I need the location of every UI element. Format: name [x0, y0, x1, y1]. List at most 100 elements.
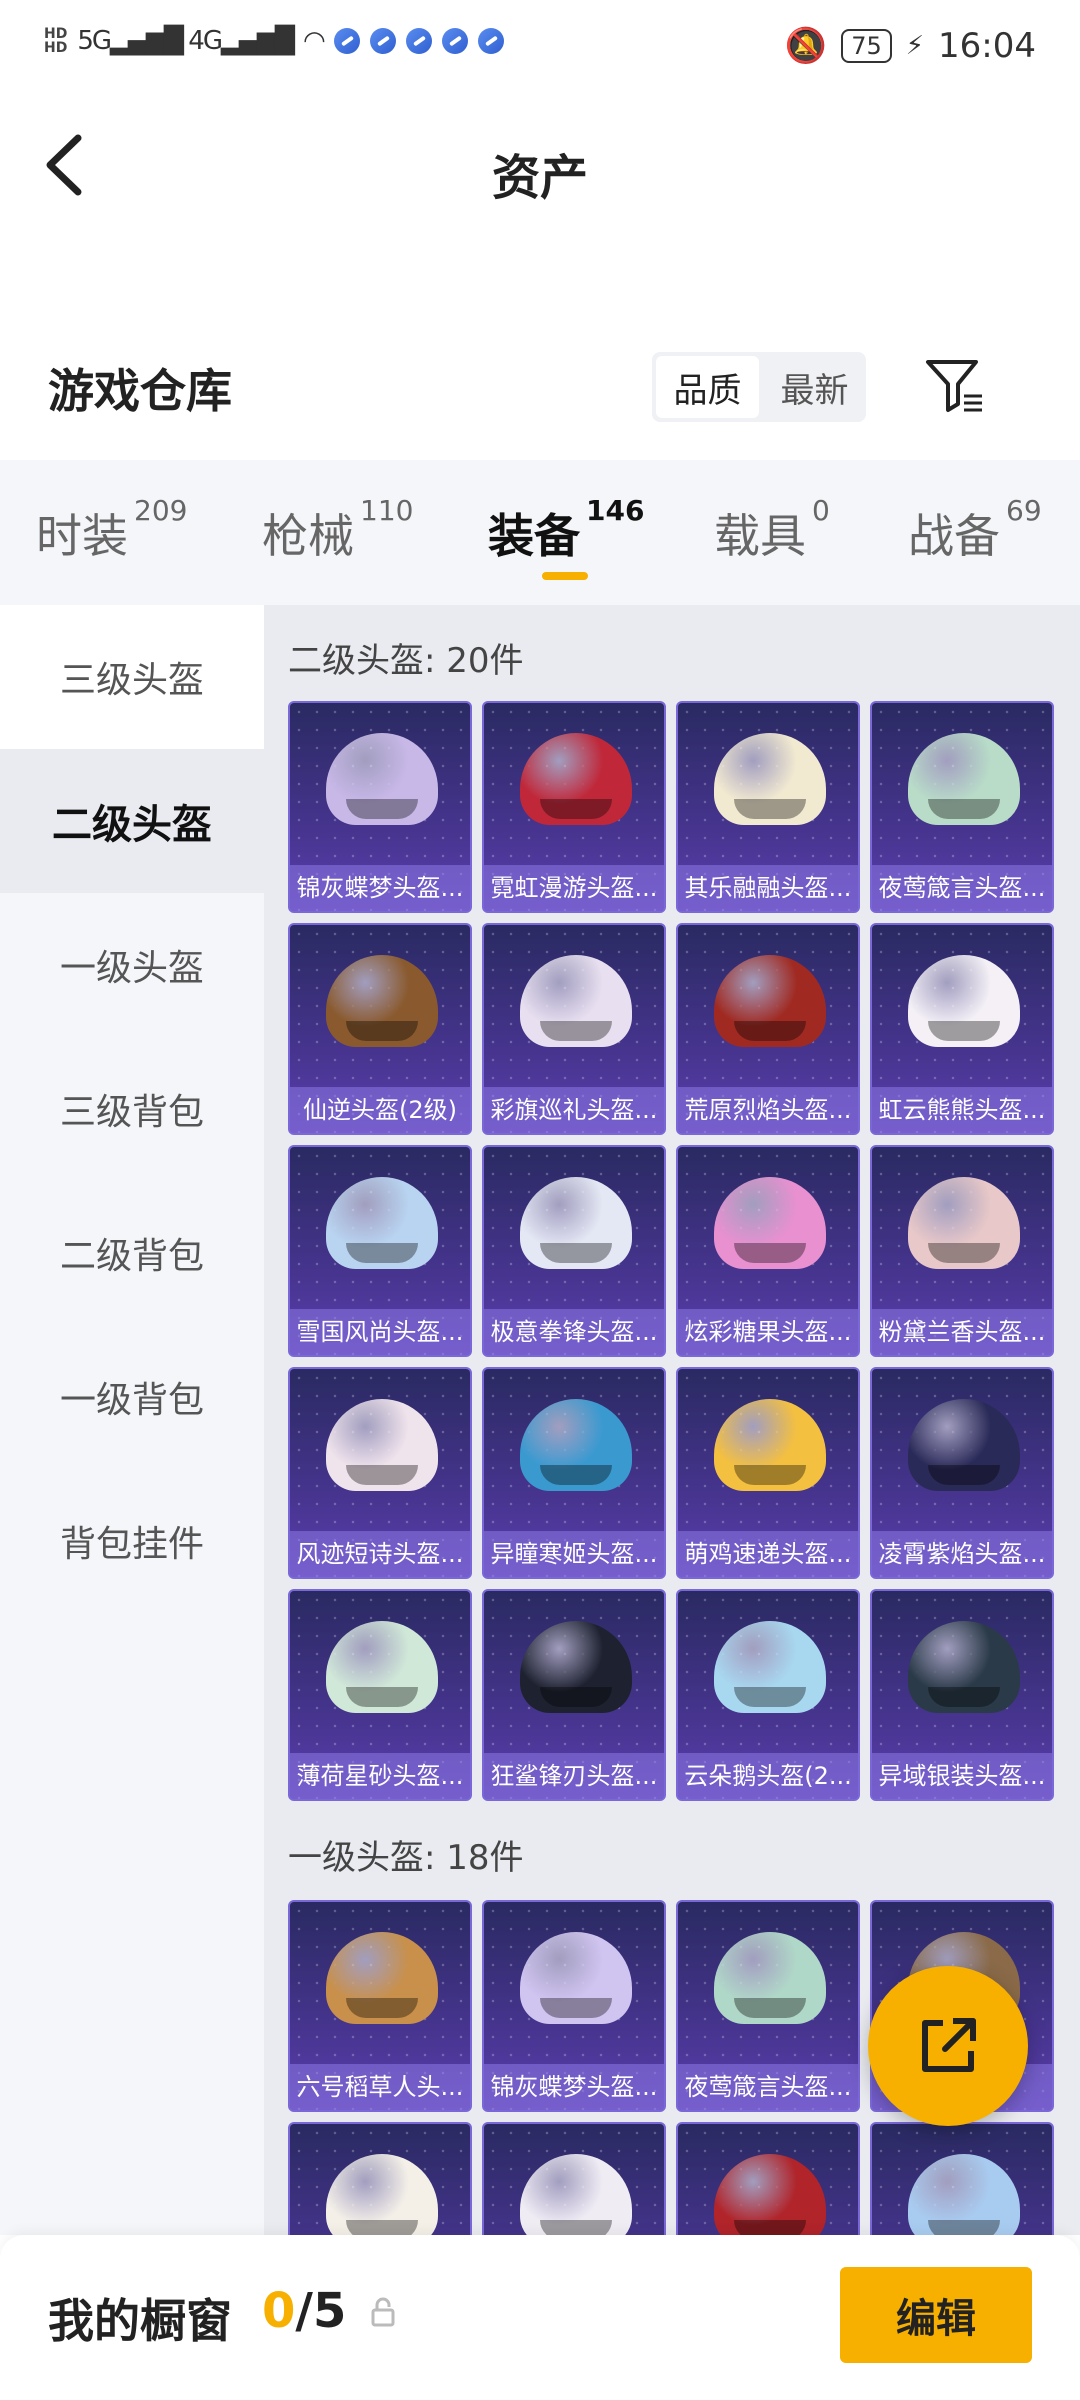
charging-icon: ⚡: [905, 31, 925, 61]
item-card[interactable]: 风迹短诗头盔...: [288, 1367, 472, 1579]
app-notification-icon: [333, 28, 360, 54]
showcase-count-current: 0: [262, 2283, 296, 2339]
sort-quality-button[interactable]: 品质: [656, 356, 759, 418]
item-card[interactable]: 炫彩糖果头盔...: [676, 1145, 860, 1357]
tab-supplies[interactable]: 战备 69: [908, 494, 1042, 566]
item-card[interactable]: 荒原烈焰头盔...: [676, 923, 860, 1135]
helmet-visor: [734, 1021, 806, 1041]
item-name: 凌霄紫焰头盔...: [872, 1531, 1052, 1577]
item-card[interactable]: 雪国风尚头盔...: [288, 1145, 472, 1357]
mute-icon: 🔕: [784, 26, 828, 66]
status-right: 🔕 75 ⚡ 16:04: [785, 26, 1036, 66]
signal-icon: 5G▂▄▆█ 4G▂▄▆█: [77, 26, 295, 56]
tab-label: 载具: [714, 509, 806, 563]
section-title: 一级头盔: 18件: [288, 1838, 524, 1878]
tab-guns[interactable]: 枪械 110: [262, 494, 413, 566]
helmet-visor: [346, 1998, 418, 2018]
helmet-visor: [928, 799, 1000, 819]
helmet-visor: [928, 1243, 1000, 1263]
page-title: 资产: [491, 150, 588, 206]
item-card[interactable]: 锦灰蝶梦头盔...: [288, 701, 472, 913]
sidebar-item-level1-backpack[interactable]: 一级背包: [0, 1325, 264, 1469]
lock-icon: [371, 2297, 395, 2327]
tab-label: 时装: [36, 509, 128, 563]
item-card[interactable]: 粉黛兰香头盔...: [870, 1145, 1054, 1357]
helmet-visor: [928, 1021, 1000, 1041]
item-card[interactable]: 薄荷星砂头盔...: [288, 1589, 472, 1801]
item-name: 云朵鹅头盔(2...: [678, 1753, 858, 1799]
tab-fashion[interactable]: 时装 209: [36, 494, 187, 566]
item-card[interactable]: 六号稻草人头...: [288, 1900, 472, 2112]
status-left: HD HD 5G▂▄▆█ 4G▂▄▆█ ◠: [44, 26, 504, 56]
item-name: 风迹短诗头盔...: [290, 1531, 470, 1577]
item-card[interactable]: 极意拳锋头盔...: [482, 1145, 666, 1357]
item-card[interactable]: 锦灰蝶梦头盔...: [482, 1900, 666, 2112]
item-card[interactable]: 凌霄紫焰头盔...: [870, 1367, 1054, 1579]
helmet-visor: [346, 1465, 418, 1485]
external-link-icon: [922, 2018, 976, 2072]
helmet-visor: [734, 799, 806, 819]
sidebar-item-level2-backpack[interactable]: 二级背包: [0, 1181, 264, 1325]
item-name: 雪国风尚头盔...: [290, 1309, 470, 1355]
sidebar-item-level3-backpack[interactable]: 三级背包: [0, 1037, 264, 1181]
item-card[interactable]: [676, 2122, 860, 2235]
item-card[interactable]: 仙逆头盔(2级): [288, 923, 472, 1135]
sidebar-item-backpack-pendant[interactable]: 背包挂件: [0, 1469, 264, 1613]
tab-vehicles[interactable]: 载具 0: [714, 494, 830, 566]
helmet-visor: [540, 1243, 612, 1263]
hd-icon: HD HD: [44, 26, 68, 56]
tab-count: 69: [1006, 494, 1042, 527]
share-button[interactable]: [868, 1966, 1028, 2126]
helmet-visor: [346, 799, 418, 819]
item-grid: 锦灰蝶梦头盔... 霓虹漫游头盔... 其乐融融头盔... 夜莺箴言头盔... 仙逆头盔…: [288, 701, 1054, 1801]
helmet-visor: [734, 1687, 806, 1707]
bottom-bar: 我的橱窗 0/5 编辑: [0, 2235, 1080, 2400]
item-name: 薄荷星砂头盔...: [290, 1753, 470, 1799]
helmet-visor: [540, 1465, 612, 1485]
item-card[interactable]: 异域银装头盔...: [870, 1589, 1054, 1801]
item-name: 夜莺箴言头盔...: [678, 2064, 858, 2110]
helmet-visor: [346, 1243, 418, 1263]
item-card[interactable]: 狂鲨锋刃头盔...: [482, 1589, 666, 1801]
sort-newest-button[interactable]: 最新: [763, 352, 866, 422]
sidebar: 三级头盔 二级头盔 一级头盔 三级背包 二级背包 一级背包 背包挂件: [0, 605, 264, 2235]
item-card[interactable]: [870, 2122, 1054, 2235]
item-card[interactable]: 异瞳寒姬头盔...: [482, 1367, 666, 1579]
item-card[interactable]: [288, 2122, 472, 2235]
sidebar-item-level2-helmet[interactable]: 二级头盔: [0, 749, 264, 893]
filter-button[interactable]: [924, 356, 984, 416]
app-notification-icon: [405, 28, 432, 54]
item-name: 荒原烈焰头盔...: [678, 1087, 858, 1133]
item-name: 萌鸡速递头盔...: [678, 1531, 858, 1577]
helmet-visor: [540, 1021, 612, 1041]
item-name: 虹云熊熊头盔...: [872, 1087, 1052, 1133]
item-card[interactable]: 夜莺箴言头盔...: [870, 701, 1054, 913]
item-name: 炫彩糖果头盔...: [678, 1309, 858, 1355]
helmet-visor: [928, 1687, 1000, 1707]
sort-toggle: 品质 最新: [652, 352, 866, 422]
battery-level: 75: [841, 29, 892, 63]
helmet-visor: [734, 1243, 806, 1263]
item-card[interactable]: 萌鸡速递头盔...: [676, 1367, 860, 1579]
item-name: 粉黛兰香头盔...: [872, 1309, 1052, 1355]
helmet-visor: [734, 1465, 806, 1485]
sidebar-item-level1-helmet[interactable]: 一级头盔: [0, 893, 264, 1037]
item-card[interactable]: 其乐融融头盔...: [676, 701, 860, 913]
item-card[interactable]: 夜莺箴言头盔...: [676, 1900, 860, 2112]
helmet-visor: [928, 2220, 1000, 2235]
item-card[interactable]: [482, 2122, 666, 2235]
item-card[interactable]: 彩旗巡礼头盔...: [482, 923, 666, 1135]
tab-equipment[interactable]: 装备 146: [488, 494, 644, 566]
section-title: 二级头盔: 20件: [288, 641, 524, 681]
tab-count: 146: [586, 494, 645, 527]
helmet-visor: [346, 1687, 418, 1707]
helmet-visor: [540, 1998, 612, 2018]
tab-count: 110: [360, 494, 414, 527]
edit-button[interactable]: 编辑: [840, 2267, 1032, 2363]
item-card[interactable]: 云朵鹅头盔(2...: [676, 1589, 860, 1801]
sidebar-item-level3-helmet[interactable]: 三级头盔: [0, 605, 264, 749]
item-card[interactable]: 霓虹漫游头盔...: [482, 701, 666, 913]
item-name: 锦灰蝶梦头盔...: [484, 2064, 664, 2110]
item-card[interactable]: 虹云熊熊头盔...: [870, 923, 1054, 1135]
tab-count: 0: [812, 494, 830, 527]
